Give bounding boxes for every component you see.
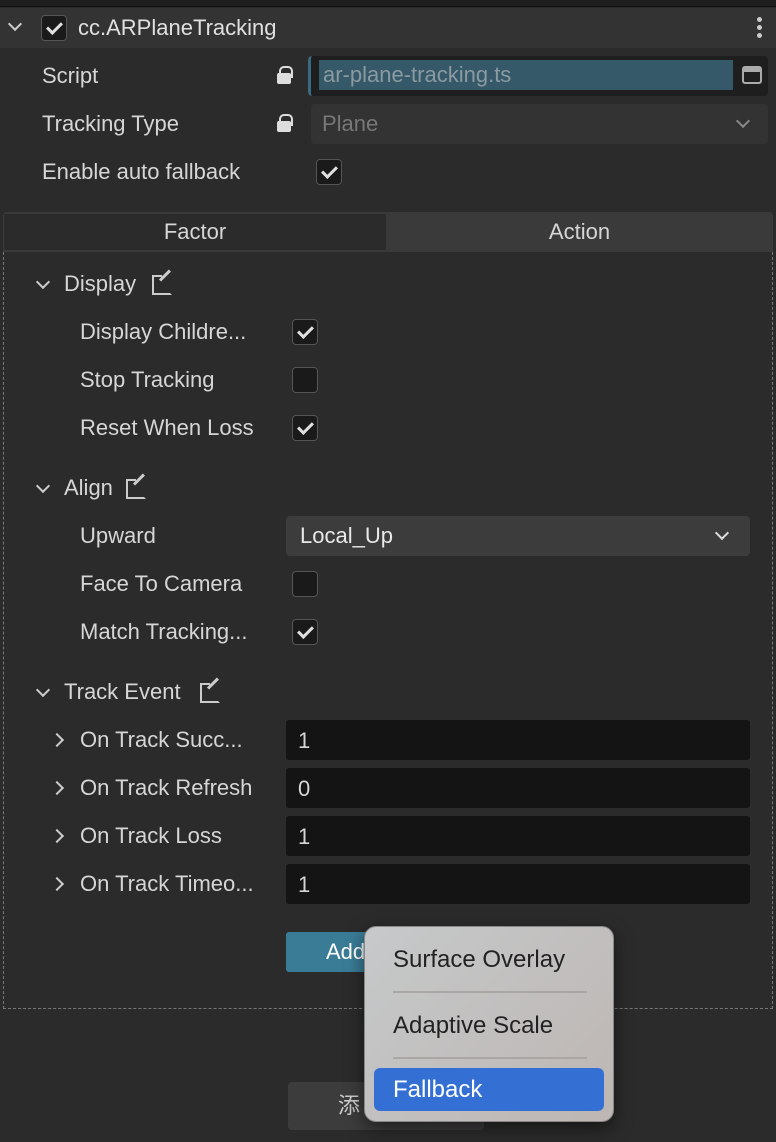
script-label: Script (42, 63, 99, 88)
on-track-loss-field[interactable]: 1 (286, 816, 750, 856)
align-title: Align (64, 475, 113, 500)
menu-separator (393, 991, 587, 993)
on-track-refresh-field[interactable]: 0 (286, 768, 750, 808)
collapse-chevron-icon[interactable] (7, 16, 23, 32)
menu-item-fallback[interactable]: Fallback (374, 1068, 604, 1111)
auto-fallback-checkbox[interactable] (316, 159, 342, 185)
script-value: ar-plane-tracking.ts (323, 62, 512, 87)
top-strip (0, 0, 776, 7)
tracking-type-value: Plane (322, 111, 379, 136)
edit-icon[interactable] (152, 275, 172, 295)
component-enabled-checkbox[interactable] (41, 15, 67, 41)
field-value: 1 (298, 872, 311, 897)
upward-select[interactable]: Local_Up (286, 516, 750, 556)
component-title: cc.ARPlaneTracking (78, 15, 277, 40)
tab-label: Factor (163, 219, 227, 244)
tab-label: Action (548, 219, 611, 244)
menu-item-label: Fallback (393, 1076, 483, 1103)
asset-browse-icon[interactable] (742, 66, 762, 84)
display-children-checkbox[interactable] (292, 319, 318, 345)
display-title: Display (64, 271, 137, 296)
display-item-label: Reset When Loss (80, 415, 254, 440)
reset-when-loss-checkbox[interactable] (292, 415, 318, 441)
chevron-down-icon (735, 113, 751, 129)
track-event-label: On Track Loss (80, 823, 222, 848)
add-button-label: Add (326, 939, 366, 964)
component-header[interactable]: cc.ARPlaneTracking (0, 8, 776, 48)
menu-item-label: Adaptive Scale (393, 1012, 554, 1039)
lock-icon (277, 114, 293, 132)
tab-factor[interactable]: Factor (4, 214, 386, 250)
align-item-label: Face To Camera (80, 571, 243, 596)
match-tracking-checkbox[interactable] (292, 619, 318, 645)
edit-icon[interactable] (200, 683, 220, 703)
display-item-label: Display Childre... (80, 319, 247, 344)
tab-action[interactable]: Action (386, 212, 773, 252)
stop-tracking-checkbox[interactable] (292, 367, 318, 393)
menu-item-adaptive-scale[interactable]: Adaptive Scale (375, 1007, 603, 1045)
script-field[interactable]: ar-plane-tracking.ts (308, 56, 768, 96)
track-event-label: On Track Timeo... (80, 871, 254, 896)
tab-bar: Factor Action (3, 212, 773, 252)
tracking-type-label: Tracking Type (42, 111, 179, 136)
upward-label: Upward (80, 523, 156, 548)
menu-separator (393, 1057, 587, 1059)
field-value: 0 (298, 776, 311, 801)
menu-item-surface-overlay[interactable]: Surface Overlay (375, 941, 603, 979)
context-menu: Surface Overlay Adaptive Scale Fallback (364, 926, 614, 1122)
align-item-label: Match Tracking... (80, 619, 248, 644)
display-item-label: Stop Tracking (80, 367, 215, 392)
track-event-label: On Track Succ... (80, 727, 243, 752)
upward-value: Local_Up (300, 523, 393, 548)
field-value: 1 (298, 728, 311, 753)
track-event-title: Track Event (64, 679, 181, 704)
on-track-success-field[interactable]: 1 (286, 720, 750, 760)
track-event-label: On Track Refresh (80, 775, 253, 800)
menu-item-label: Surface Overlay (393, 946, 566, 973)
edit-icon[interactable] (126, 479, 146, 499)
on-track-timeout-field[interactable]: 1 (286, 864, 750, 904)
field-value: 1 (298, 824, 311, 849)
face-to-camera-checkbox[interactable] (292, 571, 318, 597)
more-menu-icon[interactable] (757, 17, 762, 38)
lock-icon (277, 66, 293, 84)
auto-fallback-label: Enable auto fallback (42, 159, 241, 184)
chevron-down-icon (714, 525, 730, 541)
add-component-label: 添 (338, 1093, 361, 1118)
tracking-type-select[interactable]: Plane (311, 104, 768, 144)
